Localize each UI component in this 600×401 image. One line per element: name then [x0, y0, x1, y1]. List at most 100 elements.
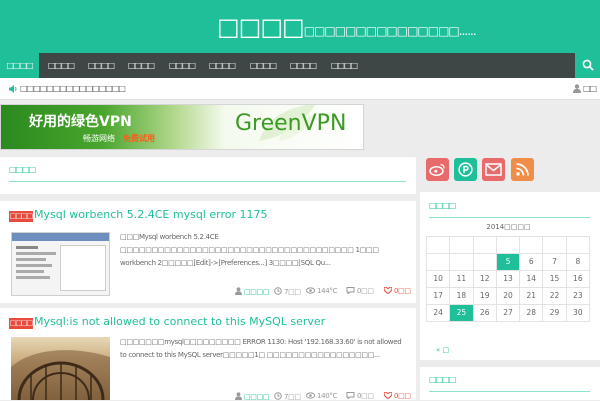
post-thumbnail[interactable] [11, 232, 110, 296]
banner-cta[interactable]: 免费试用 [123, 133, 155, 144]
eye-icon [306, 287, 315, 294]
nav-item-2[interactable]: □□□□ [42, 53, 80, 78]
tags-widget: □□□□ [420, 367, 600, 400]
thumb-line [16, 270, 44, 273]
weibo-button[interactable] [426, 158, 449, 181]
nav-item-6[interactable]: □□□□ [203, 53, 241, 78]
user-icon [235, 392, 242, 400]
bridge-photo-icon [11, 337, 110, 400]
nav-item-9[interactable]: □□□□ [325, 53, 363, 78]
nav-item-8[interactable]: □□□□ [284, 53, 322, 78]
calendar-week [426, 236, 590, 254]
calendar-day: 17 [426, 287, 451, 305]
calendar-day-highlighted[interactable]: 25 [449, 304, 474, 322]
calendar-day: 12 [472, 270, 497, 288]
post-temperature: 140°C [306, 392, 337, 400]
nav-item-3[interactable]: □□□□ [82, 53, 120, 78]
calendar-day: 28 [519, 304, 544, 322]
post-comments[interactable]: 0□□ [346, 392, 374, 400]
calendar-day [495, 236, 521, 254]
user-icon [235, 287, 242, 295]
calendar-divider [429, 217, 590, 218]
post-comments-count[interactable]: 0□□ [357, 287, 374, 295]
post-excerpt: □□□Mysql worbench 5.2.4CE □□□□□□□□□□□□□□… [120, 233, 379, 267]
calendar-day: 23 [565, 287, 590, 305]
site-title-text[interactable]: □□□□ [217, 13, 305, 41]
calendar-day-highlighted[interactable]: 5 [495, 253, 521, 271]
post-title[interactable]: Mysql:is not allowed to connect to this … [34, 315, 325, 328]
calendar-day [519, 236, 544, 254]
calendar-week: 10 11 12 13 14 15 16 [426, 270, 590, 288]
nav-item-4[interactable]: □□□□ [122, 53, 160, 78]
calendar-day: 29 [542, 304, 567, 322]
calendar-day: 19 [472, 287, 497, 305]
notice-bar: □□□□□□□□□□□□□□□□ □□ [0, 78, 600, 100]
qq-button[interactable] [454, 158, 477, 181]
login-link[interactable]: □□ [583, 78, 597, 100]
calendar-day [542, 236, 567, 254]
calendar-day: 20 [495, 287, 521, 305]
post-likes[interactable]: 0□□ [384, 287, 411, 295]
calendar-day: 11 [449, 270, 474, 288]
calendar-day [449, 253, 474, 271]
post-author[interactable]: □□□□ [235, 287, 270, 296]
post-thumbnail[interactable] [11, 337, 110, 400]
post-category-tag[interactable]: □□□□ [9, 211, 33, 222]
calendar-caption: 2014□□□□ [486, 223, 531, 231]
thumb-panel [60, 245, 106, 291]
nav-item-7[interactable]: □□□□ [244, 53, 282, 78]
calendar-day: 26 [472, 304, 497, 322]
thumb-titlebar [12, 233, 109, 241]
mail-button[interactable] [482, 158, 505, 181]
calendar-day [449, 236, 474, 254]
calendar-week: 24 25 26 27 28 29 30 [426, 304, 590, 322]
calendar-day: 15 [542, 270, 567, 288]
section-title: □□□□ [9, 165, 36, 174]
calendar-day: 22 [542, 287, 567, 305]
thumb-line [16, 276, 50, 279]
calendar-day: 7 [542, 253, 567, 271]
thumb-line [16, 258, 46, 261]
search-icon [582, 59, 594, 71]
nav-search-button[interactable] [575, 53, 600, 78]
calendar-day: 13 [495, 270, 521, 288]
main-nav: □□□□ □□□□ □□□□ □□□□ □□□□ □□□□ □□□□ □□□□ … [0, 53, 600, 78]
site-title[interactable]: □□□□□□□□□□□□□□□□□□□...... [217, 10, 477, 48]
nav-item-home[interactable]: □□□□ [0, 53, 39, 78]
calendar-day [565, 236, 590, 254]
post-author-name[interactable]: □□□□ [244, 288, 270, 296]
post-time: 7□□ [274, 287, 301, 296]
thumb-line [16, 252, 56, 255]
post-excerpt: □□□□□□□mysql□□□□□□□□□ ERROR 1130: Host '… [120, 338, 402, 359]
post-comments-count[interactable]: 0□□ [357, 392, 374, 400]
post-card: □□□□ Mysql worbench 5.2.4CE mysql error … [0, 201, 416, 303]
weibo-icon [429, 163, 446, 176]
eye-icon [306, 392, 315, 399]
vpn-banner-ad[interactable]: 好用的绿色VPN 畅游网络 免费试用 GreenVPN [0, 104, 364, 150]
post-likes-count[interactable]: 0□□ [394, 392, 411, 400]
heart-icon [384, 287, 392, 294]
banner-tagline: 畅游网络 [83, 134, 115, 143]
calendar-week: 5 6 7 8 [426, 253, 590, 271]
comment-icon [346, 392, 355, 399]
post-likes[interactable]: 0□□ [384, 392, 411, 400]
heart-icon [384, 392, 392, 399]
post-title[interactable]: Mysql worbench 5.2.4CE mysql error 1175 [34, 208, 267, 221]
calendar-prev-month[interactable]: « □ [436, 346, 449, 354]
rss-icon [516, 163, 529, 176]
calendar-day: 18 [449, 287, 474, 305]
post-likes-count[interactable]: 0□□ [394, 287, 411, 295]
calendar-day [426, 236, 451, 254]
post-category-tag[interactable]: □□□□ [9, 318, 33, 329]
calendar-day [426, 253, 451, 271]
banner-headline: 好用的绿色VPN [29, 114, 132, 130]
clock-icon [274, 287, 282, 295]
rss-button[interactable] [511, 158, 534, 181]
post-comments[interactable]: 0□□ [346, 287, 374, 295]
thumb-line [16, 246, 38, 249]
post-temperature-text: 144°C [316, 287, 338, 295]
notice-text[interactable]: □□□□□□□□□□□□□□□□ [20, 78, 126, 100]
calendar-day: 30 [565, 304, 590, 322]
calendar-day [472, 253, 497, 271]
nav-item-5[interactable]: □□□□ [163, 53, 201, 78]
